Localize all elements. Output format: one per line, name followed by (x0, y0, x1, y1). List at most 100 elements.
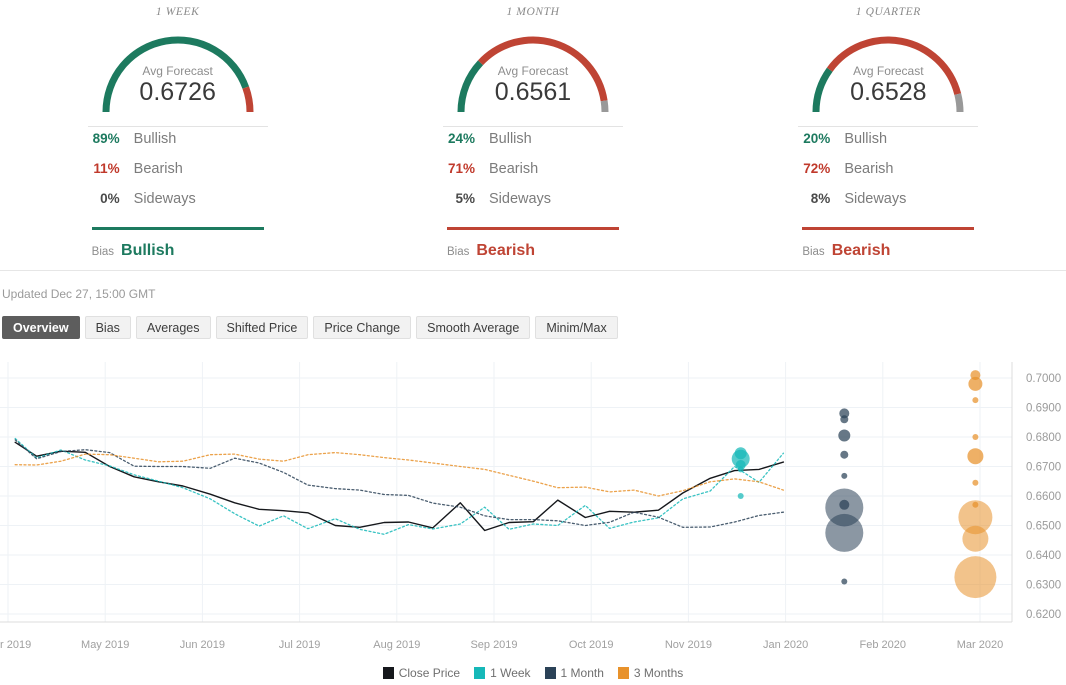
gauge-arc (457, 36, 609, 113)
bias-value: Bearish (831, 241, 891, 259)
forecast-panel: 1 QUARTER Avg Forecast 0.6528 20% Bullis… (711, 2, 1066, 270)
forecast-bubble[interactable] (840, 450, 849, 459)
gauge-segment-bullish (812, 67, 833, 113)
legend-label: Close Price (398, 666, 461, 680)
bearish-label: Bearish (133, 161, 183, 177)
legend-item[interactable]: 1 Week (474, 666, 531, 680)
legend-label: 1 Week (490, 666, 531, 680)
stat-row-bullish: 89% Bullish (88, 131, 268, 161)
panel-title: 1 QUARTER (855, 6, 921, 18)
forecast-bubble[interactable] (737, 466, 744, 473)
stat-row-bearish: 11% Bearish (88, 161, 268, 191)
gauge-segment-sideways (954, 93, 964, 113)
sentiment-stats: 89% Bullish 11% Bearish 0% Sideways (88, 131, 268, 230)
series-line-1-week[interactable] (14, 437, 785, 535)
sideways-label: Sideways (488, 191, 552, 207)
gauge-arc (812, 36, 964, 113)
bias-row: Bias Bearish (443, 242, 623, 260)
forecast-panels: 1 WEEK Avg Forecast 0.6726 89% Bullish 1… (0, 0, 1066, 270)
forecast-bubble[interactable] (954, 556, 997, 599)
forecast-bubble[interactable] (841, 578, 848, 585)
series-line-close-price[interactable] (14, 441, 785, 532)
y-axis-tick-label: 0.6600 (1026, 491, 1061, 503)
gauge-segment-bullish (457, 60, 484, 113)
bias-caption: Bias (802, 245, 825, 258)
forecast-panel: 1 MONTH Avg Forecast 0.6561 24% Bullish … (355, 2, 710, 270)
tab-overview[interactable]: Overview (2, 316, 80, 339)
x-axis-tick-label: Mar 2020 (957, 639, 1003, 651)
legend-label: 3 Months (633, 666, 684, 680)
legend-item[interactable]: 3 Months (617, 666, 684, 680)
bias-underline (91, 227, 264, 230)
tab-price-change[interactable]: Price Change (313, 316, 412, 339)
tab-averages[interactable]: Averages (135, 316, 211, 339)
sideways-percent: 8% (810, 191, 831, 206)
tab-smooth-average[interactable]: Smooth Average (416, 316, 531, 339)
stat-row-sideways: 0% Sideways (88, 191, 268, 221)
bullish-percent: 24% (447, 131, 475, 146)
bullish-percent: 89% (92, 131, 120, 146)
sentiment-stats: 24% Bullish 71% Bearish 5% Sideways (443, 131, 623, 230)
forecast-chart[interactable]: 0.7000 0.6900 0.6800 0.6700 0.6600 0.6500 0.64… (0, 360, 1066, 680)
forecast-bubble[interactable] (962, 525, 989, 552)
x-axis-tick-label: Sep 2019 (470, 639, 517, 651)
stat-row-sideways: 5% Sideways (443, 191, 623, 221)
y-axis-tick-label: 0.6400 (1026, 550, 1061, 562)
y-axis-tick-label: 0.6900 (1026, 403, 1061, 415)
tab-shifted-price[interactable]: Shifted Price (215, 316, 309, 339)
bias-underline (802, 227, 975, 230)
stat-row-sideways: 8% Sideways (798, 191, 978, 221)
forecast-bubble[interactable] (840, 415, 849, 424)
legend-item[interactable]: Close Price (382, 666, 461, 680)
bearish-label: Bearish (488, 161, 539, 177)
bias-caption: Bias (446, 245, 470, 258)
legend-item[interactable]: 1 Month (544, 666, 604, 680)
chart-canvas[interactable]: 0.7000 0.6900 0.6800 0.6700 0.6600 0.6500 0.64… (0, 360, 1066, 660)
y-axis-tick-label: 0.6300 (1026, 580, 1061, 592)
panel-title: 1 WEEK (155, 6, 200, 18)
x-axis-tick-label: May 2019 (81, 639, 129, 651)
stat-row-bearish: 71% Bearish (443, 161, 623, 191)
bearish-percent: 11% (93, 161, 120, 176)
series-line-3-months[interactable] (14, 451, 785, 497)
gauge: Avg Forecast 0.6528 (798, 22, 978, 118)
bias-value: Bullish (121, 241, 175, 259)
x-axis-tick-label: Aug 2019 (373, 639, 420, 651)
bias-caption: Bias (91, 245, 115, 258)
gauge-segment-bearish (827, 36, 962, 95)
stat-row-bullish: 20% Bullish (798, 131, 978, 161)
y-axis-tick-label: 0.7000 (1026, 373, 1061, 385)
bullish-label: Bullish (133, 131, 177, 147)
x-axis-tick-label: Feb 2020 (860, 639, 906, 651)
bias-underline (446, 227, 619, 230)
forecast-bubble[interactable] (737, 493, 744, 499)
forecast-bubble[interactable] (968, 376, 983, 391)
series-line-1-month[interactable] (14, 439, 785, 528)
forecast-bubble[interactable] (825, 513, 864, 552)
gauge-segment-bearish (477, 36, 608, 102)
bearish-label: Bearish (844, 161, 894, 177)
updated-timestamp: Updated Dec 27, 15:00 GMT (2, 286, 156, 301)
y-axis-tick-label: 0.6200 (1026, 609, 1061, 621)
bullish-label: Bullish (844, 131, 888, 147)
x-axis-tick-label: Oct 2019 (569, 639, 614, 651)
tab-bias[interactable]: Bias (84, 316, 131, 339)
panel-title: 1 MONTH (506, 6, 560, 18)
forecast-bubble[interactable] (972, 479, 979, 486)
x-axis-tick-label: Jun 2019 (180, 639, 225, 651)
legend-swatch-icon (382, 667, 394, 679)
sideways-percent: 5% (455, 191, 475, 206)
gauge-segment-bearish (242, 86, 254, 113)
forecast-bubble[interactable] (972, 434, 979, 440)
x-axis-tick-label: Mar 2019 (0, 639, 31, 651)
forecast-bubble[interactable] (841, 472, 848, 479)
sentiment-stats: 20% Bullish 72% Bearish 8% Sideways (798, 131, 978, 230)
forecast-bubble[interactable] (967, 448, 984, 465)
legend-swatch-icon (474, 667, 486, 679)
forecast-bubble[interactable] (972, 397, 979, 404)
tab-minim-max[interactable]: Minim/Max (535, 316, 618, 339)
bearish-percent: 71% (447, 161, 475, 176)
chart-view-tabs: Overview Bias Averages Shifted Price Price C… (0, 316, 1066, 350)
forecast-bubble[interactable] (838, 429, 851, 442)
sideways-label: Sideways (844, 191, 907, 207)
